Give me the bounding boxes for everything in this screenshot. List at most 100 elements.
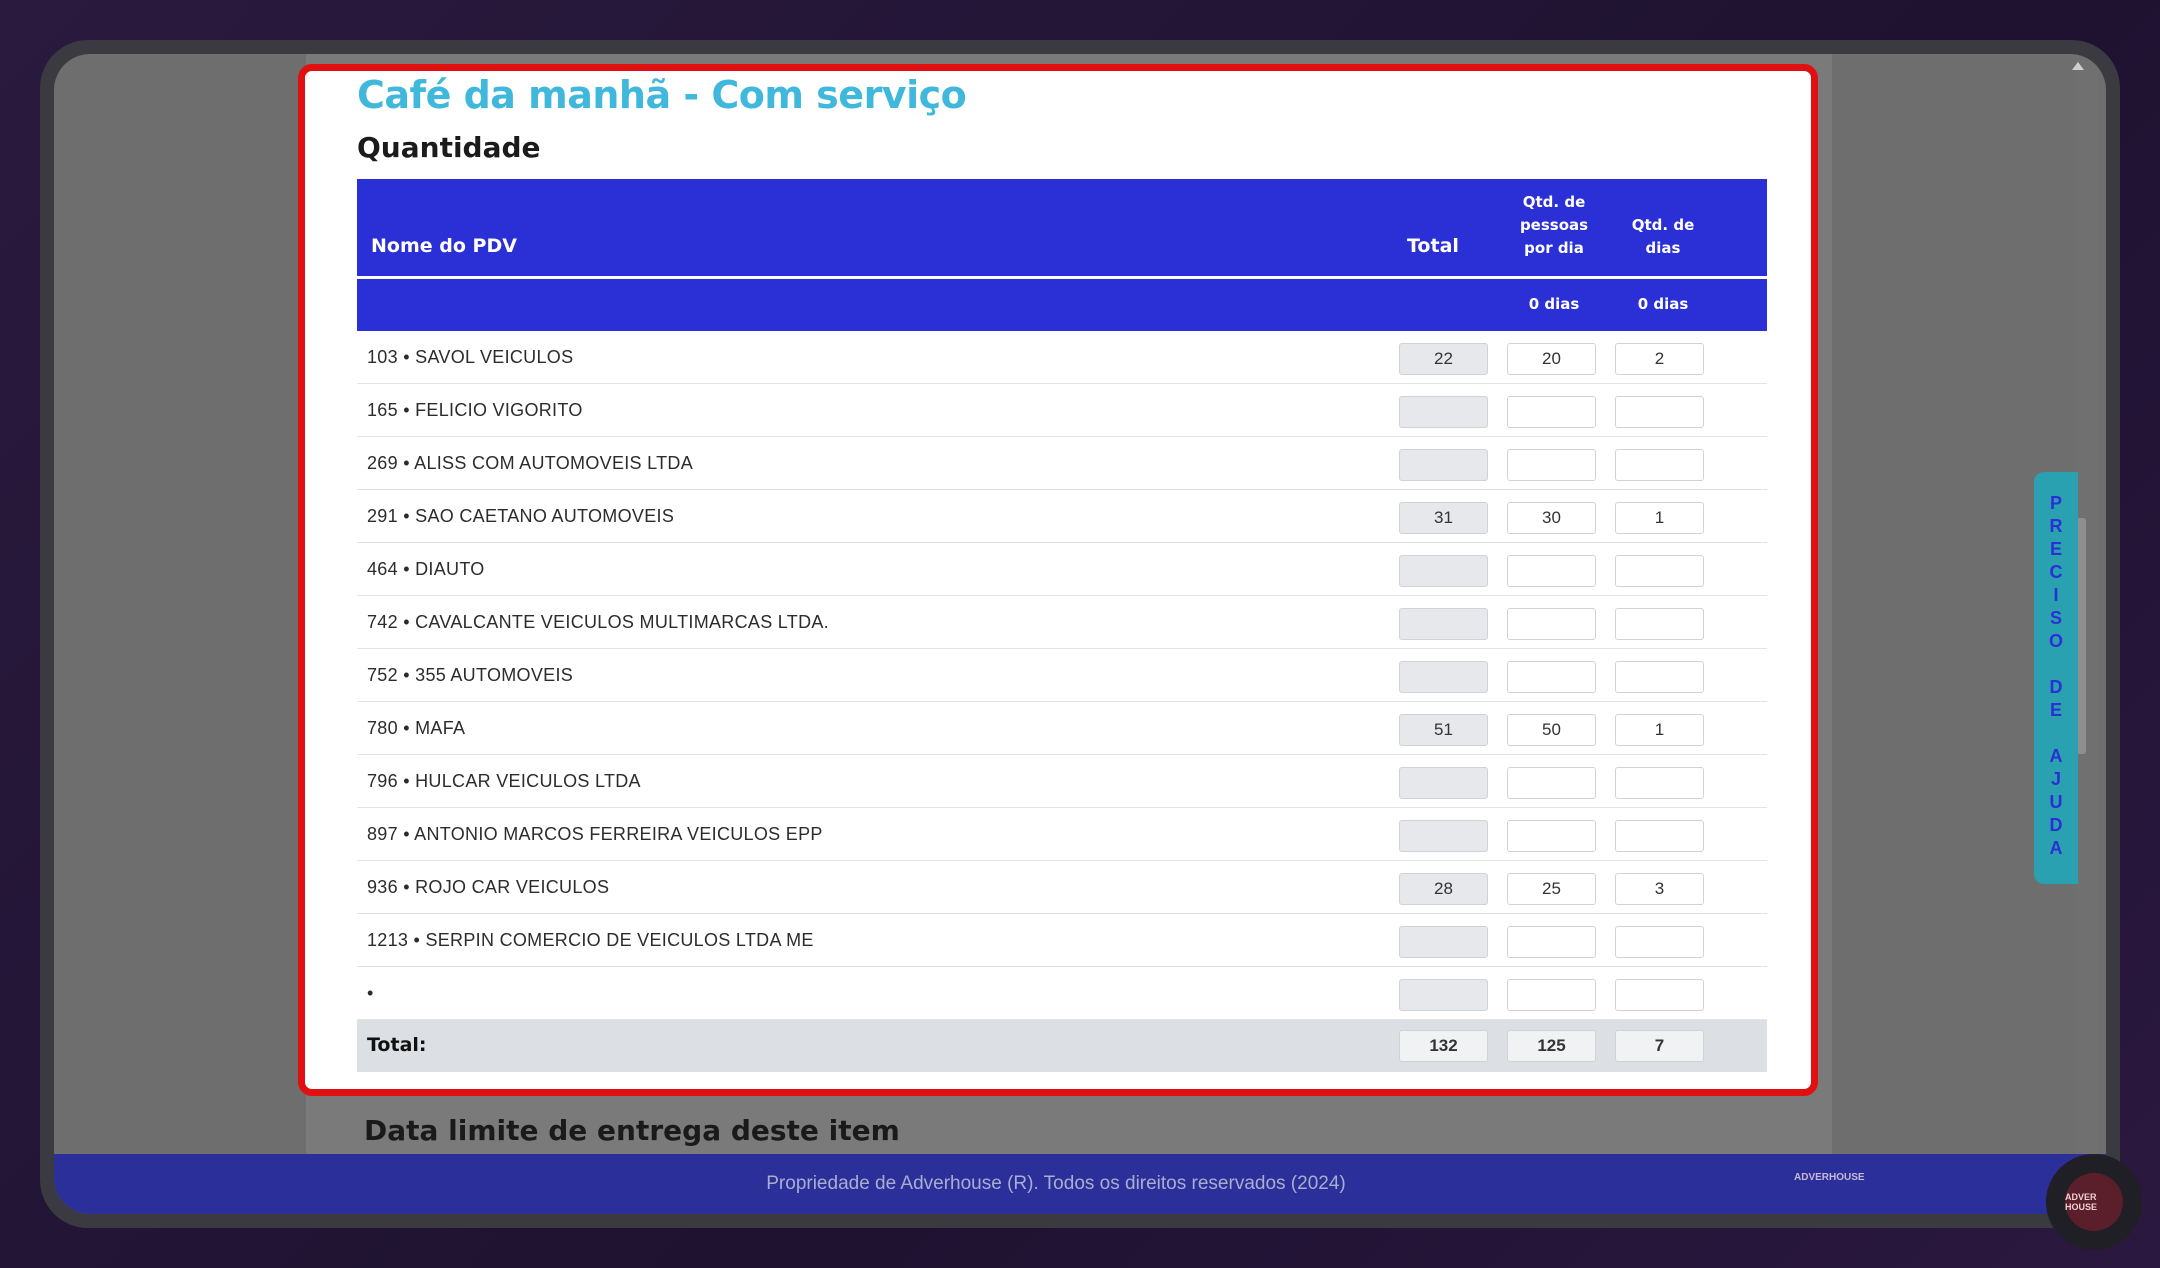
pdv-name: 742 • CAVALCANTE VEICULOS MULTIMARCAS LT… [367,612,829,632]
help-letter: S [2049,608,2062,628]
total-field [1399,449,1488,481]
screen: Café da manhã - Com serviço Quantidade N… [54,54,2106,1214]
table-row: 780 • MAFA 51 50 1 [357,702,1767,755]
pdv-name: 269 • ALISS COM AUTOMOVEIS LTDA [367,453,694,473]
help-letter: I [2053,585,2059,605]
header-name: Nome do PDV [371,235,517,257]
help-letter: O [2048,631,2063,651]
days-input[interactable] [1615,608,1704,640]
chat-widget-button[interactable]: ADVER HOUSE [2046,1154,2142,1250]
total-field [1399,661,1488,693]
pdv-name: 897 • ANTONIO MARCOS FERREIRA VEICULOS E… [367,824,823,844]
table-row: 897 • ANTONIO MARCOS FERREIRA VEICULOS E… [357,808,1767,861]
table-row: 752 • 355 AUTOMOVEIS [357,649,1767,702]
delivery-deadline-title: Data limite de entrega deste item [364,1114,900,1147]
total-field: 31 [1399,502,1488,534]
days-input[interactable]: 1 [1615,502,1704,534]
device-frame: Café da manhã - Com serviço Quantidade N… [40,40,2120,1228]
pdv-name: 936 • ROJO CAR VEICULOS [367,877,610,897]
table-row: 464 • DIAUTO [357,543,1767,596]
table-header: Nome do PDV Total Qtd. de pessoas por di… [357,179,1767,279]
quantity-table: Nome do PDV Total Qtd. de pessoas por di… [357,179,1767,1072]
help-tab-button[interactable]: P R E C I S O D E A J U D A [2034,472,2078,884]
header-total: Total [1407,235,1459,257]
table-row: 165 • FELICIO VIGORITO [357,384,1767,437]
people-per-day-input[interactable]: 20 [1507,343,1596,375]
total-field [1399,555,1488,587]
days-input[interactable]: 1 [1615,714,1704,746]
table-row: 1213 • SERPIN COMERCIO DE VEICULOS LTDA … [357,914,1767,967]
days-input[interactable] [1615,926,1704,958]
table-row: • [357,967,1767,1020]
subheader-people: 0 dias [1528,295,1580,313]
days-input[interactable] [1615,661,1704,693]
days-input[interactable] [1615,555,1704,587]
footer-logo: ADVERHOUSE [1794,1172,1865,1183]
total-people-value: 125 [1507,1030,1596,1062]
scrollbar[interactable] [2070,54,2098,1154]
help-letter: A [2049,838,2063,858]
quantity-panel: Café da manhã - Com serviço Quantidade N… [298,64,1818,1096]
help-letter: E [2049,700,2062,720]
footer: Propriedade de Adverhouse (R). Todos os … [54,1154,2106,1214]
scroll-up-arrow-icon[interactable] [2072,62,2084,70]
totals-label: Total: [367,1034,427,1056]
pdv-name: 752 • 355 AUTOMOVEIS [367,665,574,685]
header-days: Qtd. de dias [1618,214,1708,260]
grand-total-value: 132 [1399,1030,1488,1062]
people-per-day-input[interactable]: 50 [1507,714,1596,746]
section-title: Café da manhã - Com serviço [357,73,967,117]
days-input[interactable] [1615,820,1704,852]
people-per-day-input[interactable] [1507,979,1596,1011]
total-field [1399,396,1488,428]
total-field [1399,926,1488,958]
people-per-day-input[interactable] [1507,767,1596,799]
people-per-day-input[interactable] [1507,396,1596,428]
help-letter: E [2049,539,2062,559]
header-people-per-day: Qtd. de pessoas por dia [1509,191,1599,260]
people-per-day-input[interactable] [1507,608,1596,640]
help-letter: A [2049,746,2063,766]
help-letter: R [2049,516,2063,536]
footer-copyright: Propriedade de Adverhouse (R). Todos os … [766,1173,1346,1194]
subheader-days: 0 dias [1637,295,1689,313]
total-field [1399,979,1488,1011]
days-input[interactable] [1615,449,1704,481]
total-field [1399,820,1488,852]
pdv-name: 796 • HULCAR VEICULOS LTDA [367,771,641,791]
people-per-day-input[interactable] [1507,661,1596,693]
help-letter: P [2049,493,2062,513]
pdv-name: 165 • FELICIO VIGORITO [367,400,583,420]
help-letter: J [2050,769,2061,789]
pdv-name: 464 • DIAUTO [367,559,485,579]
help-letter: D [2049,815,2063,835]
people-per-day-input[interactable] [1507,926,1596,958]
table-row: 291 • SAO CAETANO AUTOMOVEIS 31 30 1 [357,490,1767,543]
people-per-day-input[interactable] [1507,449,1596,481]
days-input[interactable] [1615,979,1704,1011]
table-row: 269 • ALISS COM AUTOMOVEIS LTDA [357,437,1767,490]
header-people-line2: pessoas [1519,216,1589,234]
pdv-name: 103 • SAVOL VEICULOS [367,347,574,367]
days-input[interactable] [1615,396,1704,428]
total-field: 28 [1399,873,1488,905]
header-days-line1: Qtd. de [1631,216,1695,234]
pdv-name: 1213 • SERPIN COMERCIO DE VEICULOS LTDA … [367,930,814,950]
table-row: 103 • SAVOL VEICULOS 22 20 2 [357,331,1767,384]
days-input[interactable] [1615,767,1704,799]
header-people-line3: por dia [1524,239,1584,257]
days-input[interactable]: 2 [1615,343,1704,375]
people-per-day-input[interactable] [1507,555,1596,587]
people-per-day-input[interactable] [1507,820,1596,852]
people-per-day-input[interactable]: 30 [1507,502,1596,534]
section-subtitle: Quantidade [357,131,541,164]
total-field [1399,608,1488,640]
total-field: 51 [1399,714,1488,746]
table-row: 796 • HULCAR VEICULOS LTDA [357,755,1767,808]
total-field: 22 [1399,343,1488,375]
people-per-day-input[interactable]: 25 [1507,873,1596,905]
header-days-line2: dias [1645,239,1681,257]
days-input[interactable]: 3 [1615,873,1704,905]
pdv-name: 780 • MAFA [367,718,466,738]
table-subheader: 0 dias 0 dias [357,279,1767,331]
